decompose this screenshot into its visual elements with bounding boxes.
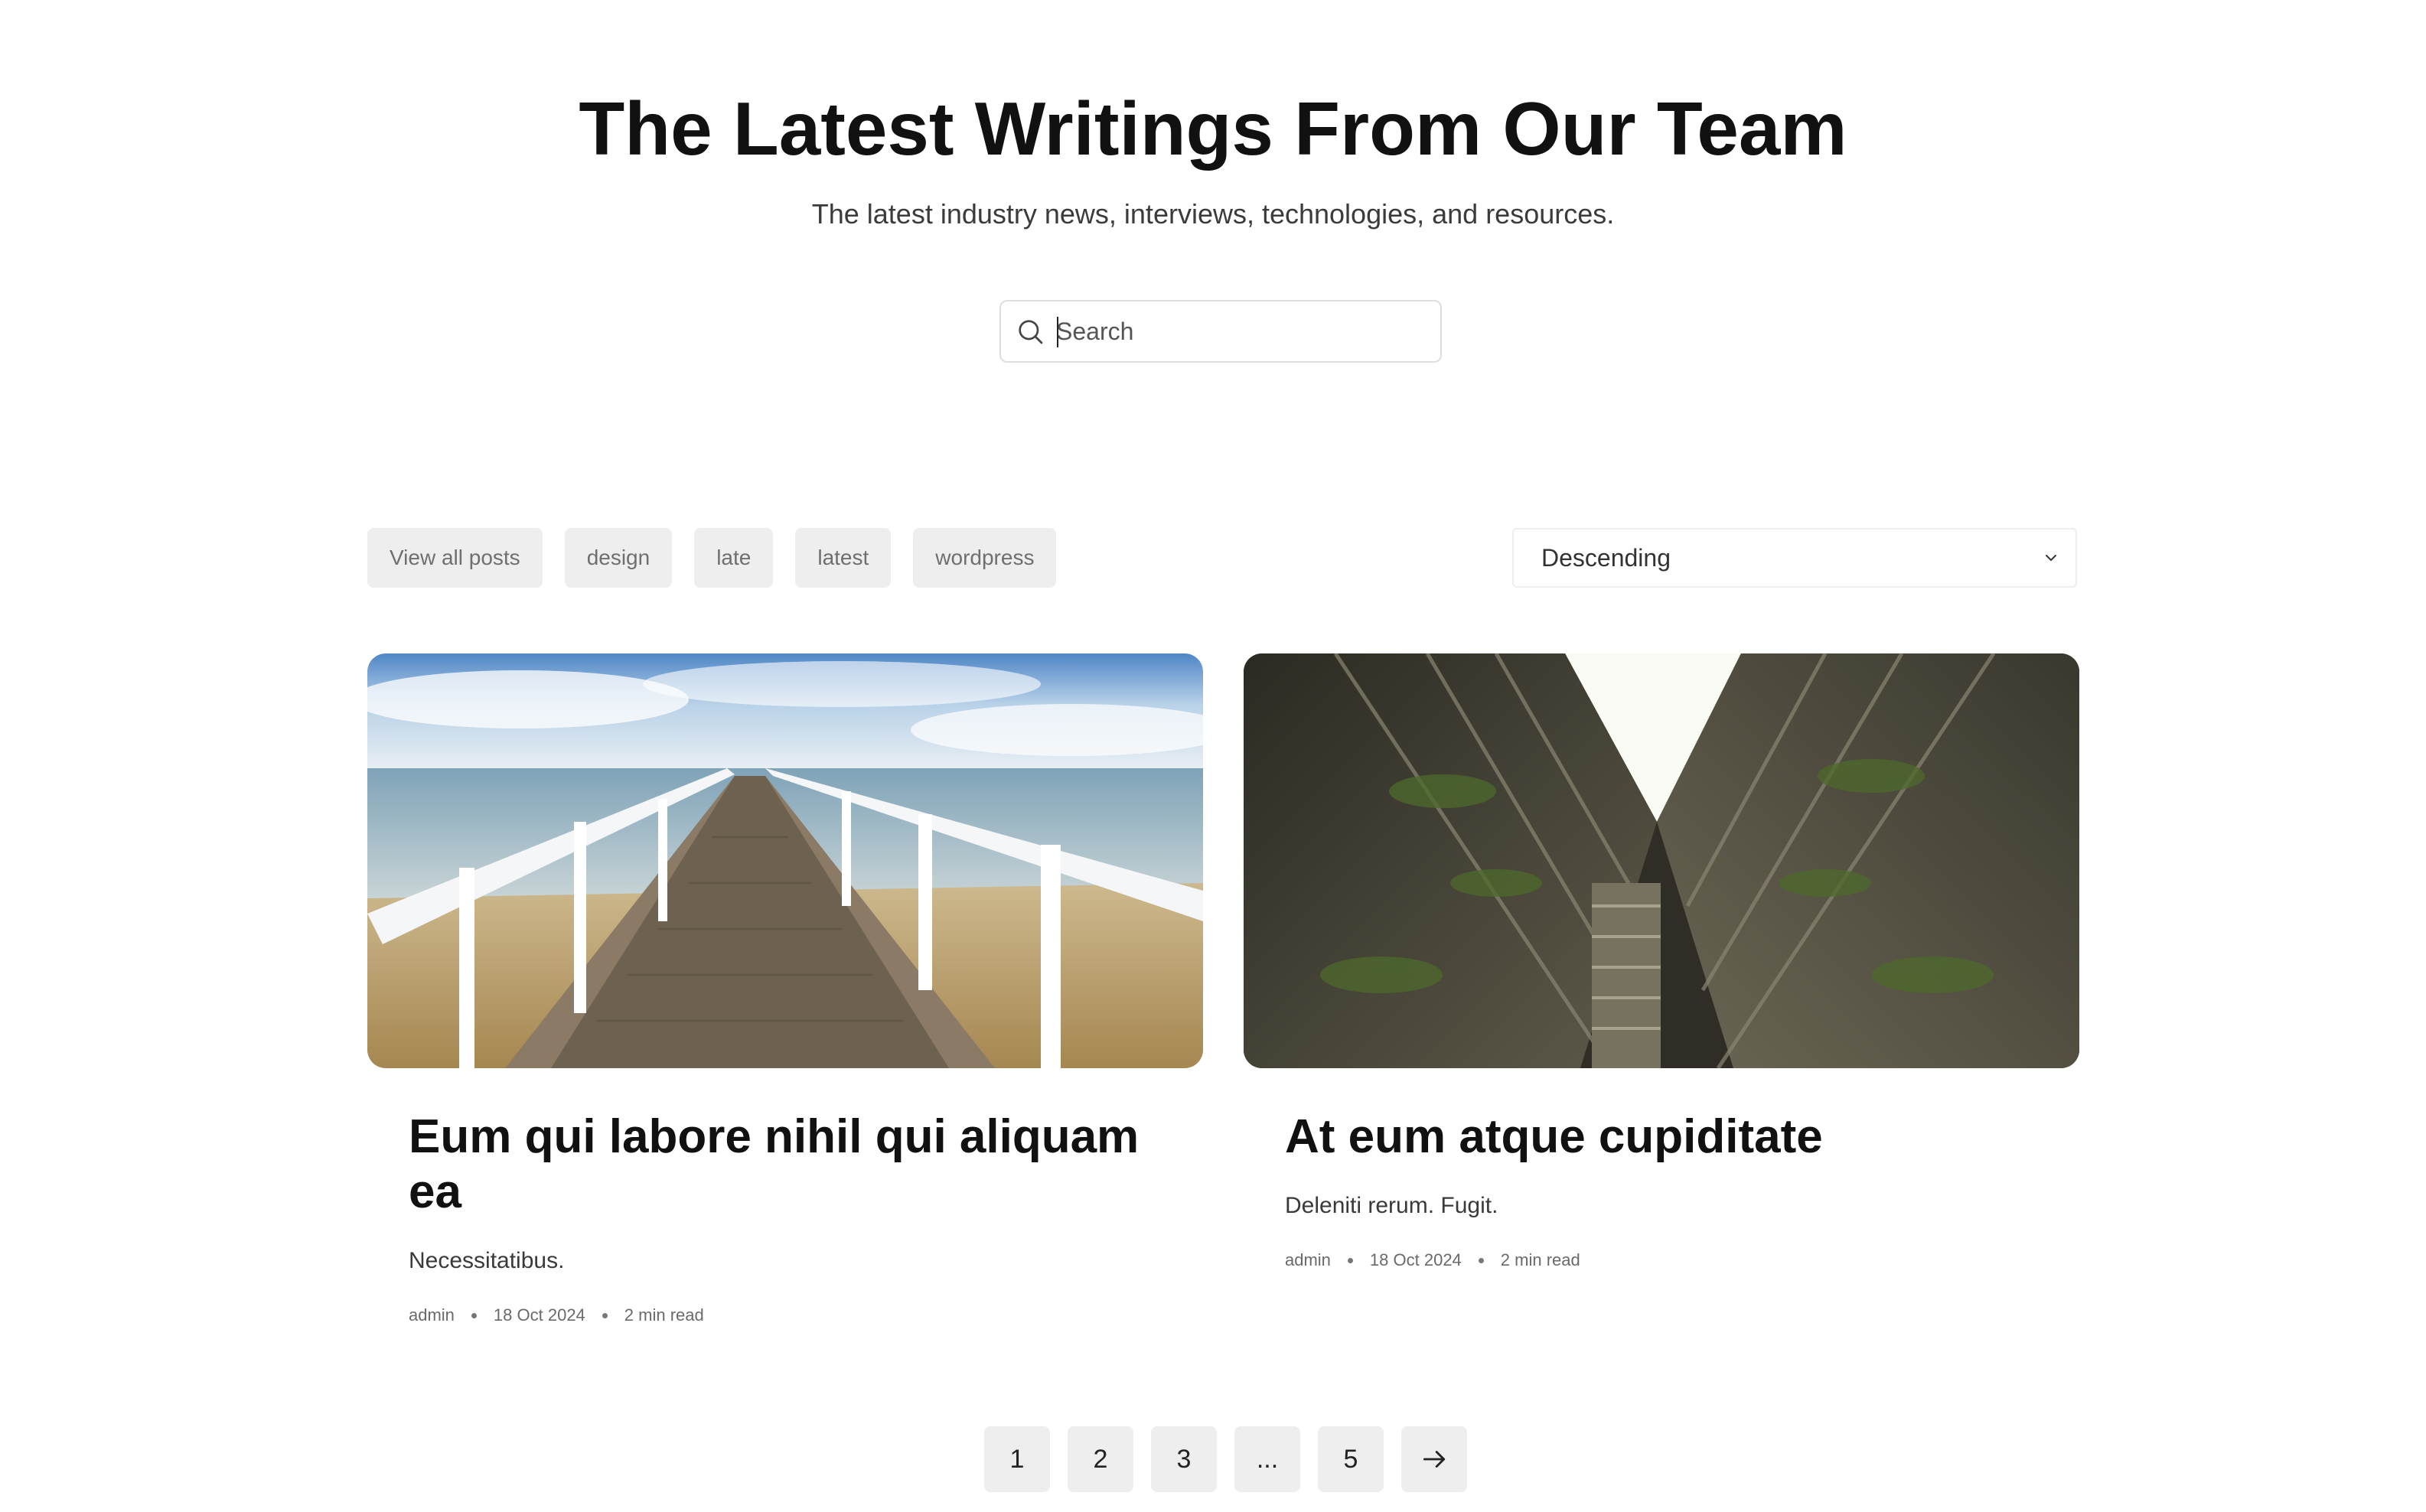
meta-separator-dot	[602, 1312, 608, 1318]
filter-late[interactable]: late	[694, 528, 774, 588]
post-title[interactable]: At eum atque cupiditate	[1285, 1110, 2038, 1165]
post-author: admin	[1285, 1250, 1331, 1269]
post-read-time: 2 min read	[624, 1305, 704, 1325]
post-date: 18 Oct 2024	[1369, 1250, 1462, 1269]
post-card[interactable]: At eum atque cupiditate Deleniti rerum. …	[1244, 653, 2079, 1270]
category-filters: View all posts design late latest wordpr…	[367, 528, 1057, 588]
pagination: 1 2 3 ... 5	[984, 1426, 1467, 1492]
meta-separator-dot	[1347, 1257, 1353, 1263]
page-button-2[interactable]: 2	[1068, 1426, 1133, 1492]
post-image-pier[interactable]	[367, 653, 1203, 1068]
post-card[interactable]: Eum qui labore nihil qui aliquam ea Nece…	[367, 653, 1203, 1325]
page-title: The Latest Writings From Our Team	[579, 86, 1847, 171]
search-box[interactable]	[999, 300, 1442, 363]
post-meta: admin 18 Oct 2024 2 min read	[409, 1305, 1162, 1325]
sort-select[interactable]: Descending	[1512, 528, 2077, 588]
post-meta: admin 18 Oct 2024 2 min read	[1285, 1250, 2038, 1270]
page-ellipsis: ...	[1234, 1426, 1300, 1492]
meta-separator-dot	[471, 1312, 477, 1318]
post-read-time: 2 min read	[1500, 1250, 1580, 1269]
text-caret	[1057, 317, 1058, 347]
filter-wordpress[interactable]: wordpress	[913, 528, 1057, 588]
page-button-5[interactable]: 5	[1318, 1426, 1384, 1492]
post-title[interactable]: Eum qui labore nihil qui aliquam ea	[409, 1110, 1162, 1220]
arrow-right-icon	[1423, 1451, 1446, 1468]
page-subtitle: The latest industry news, interviews, te…	[811, 198, 1615, 230]
post-date: 18 Oct 2024	[493, 1305, 585, 1325]
post-excerpt: Necessitatibus.	[409, 1248, 565, 1273]
meta-separator-dot	[1478, 1257, 1484, 1263]
chevron-down-icon	[2046, 555, 2056, 561]
next-page-button[interactable]	[1401, 1426, 1467, 1492]
sort-selected-value: Descending	[1541, 543, 1671, 572]
filter-view-all-posts[interactable]: View all posts	[367, 528, 543, 588]
post-author: admin	[409, 1305, 455, 1325]
search-input[interactable]	[1056, 308, 1423, 354]
page-button-3[interactable]: 3	[1151, 1426, 1217, 1492]
search-icon	[1019, 320, 1043, 344]
post-image-building[interactable]	[1244, 653, 2079, 1068]
filter-design[interactable]: design	[564, 528, 673, 588]
post-excerpt: Deleniti rerum. Fugit.	[1285, 1193, 1498, 1218]
page-button-1[interactable]: 1	[984, 1426, 1050, 1492]
filter-latest[interactable]: latest	[795, 528, 892, 588]
blog-page: The Latest Writings From Our Team The la…	[0, 0, 2426, 1512]
